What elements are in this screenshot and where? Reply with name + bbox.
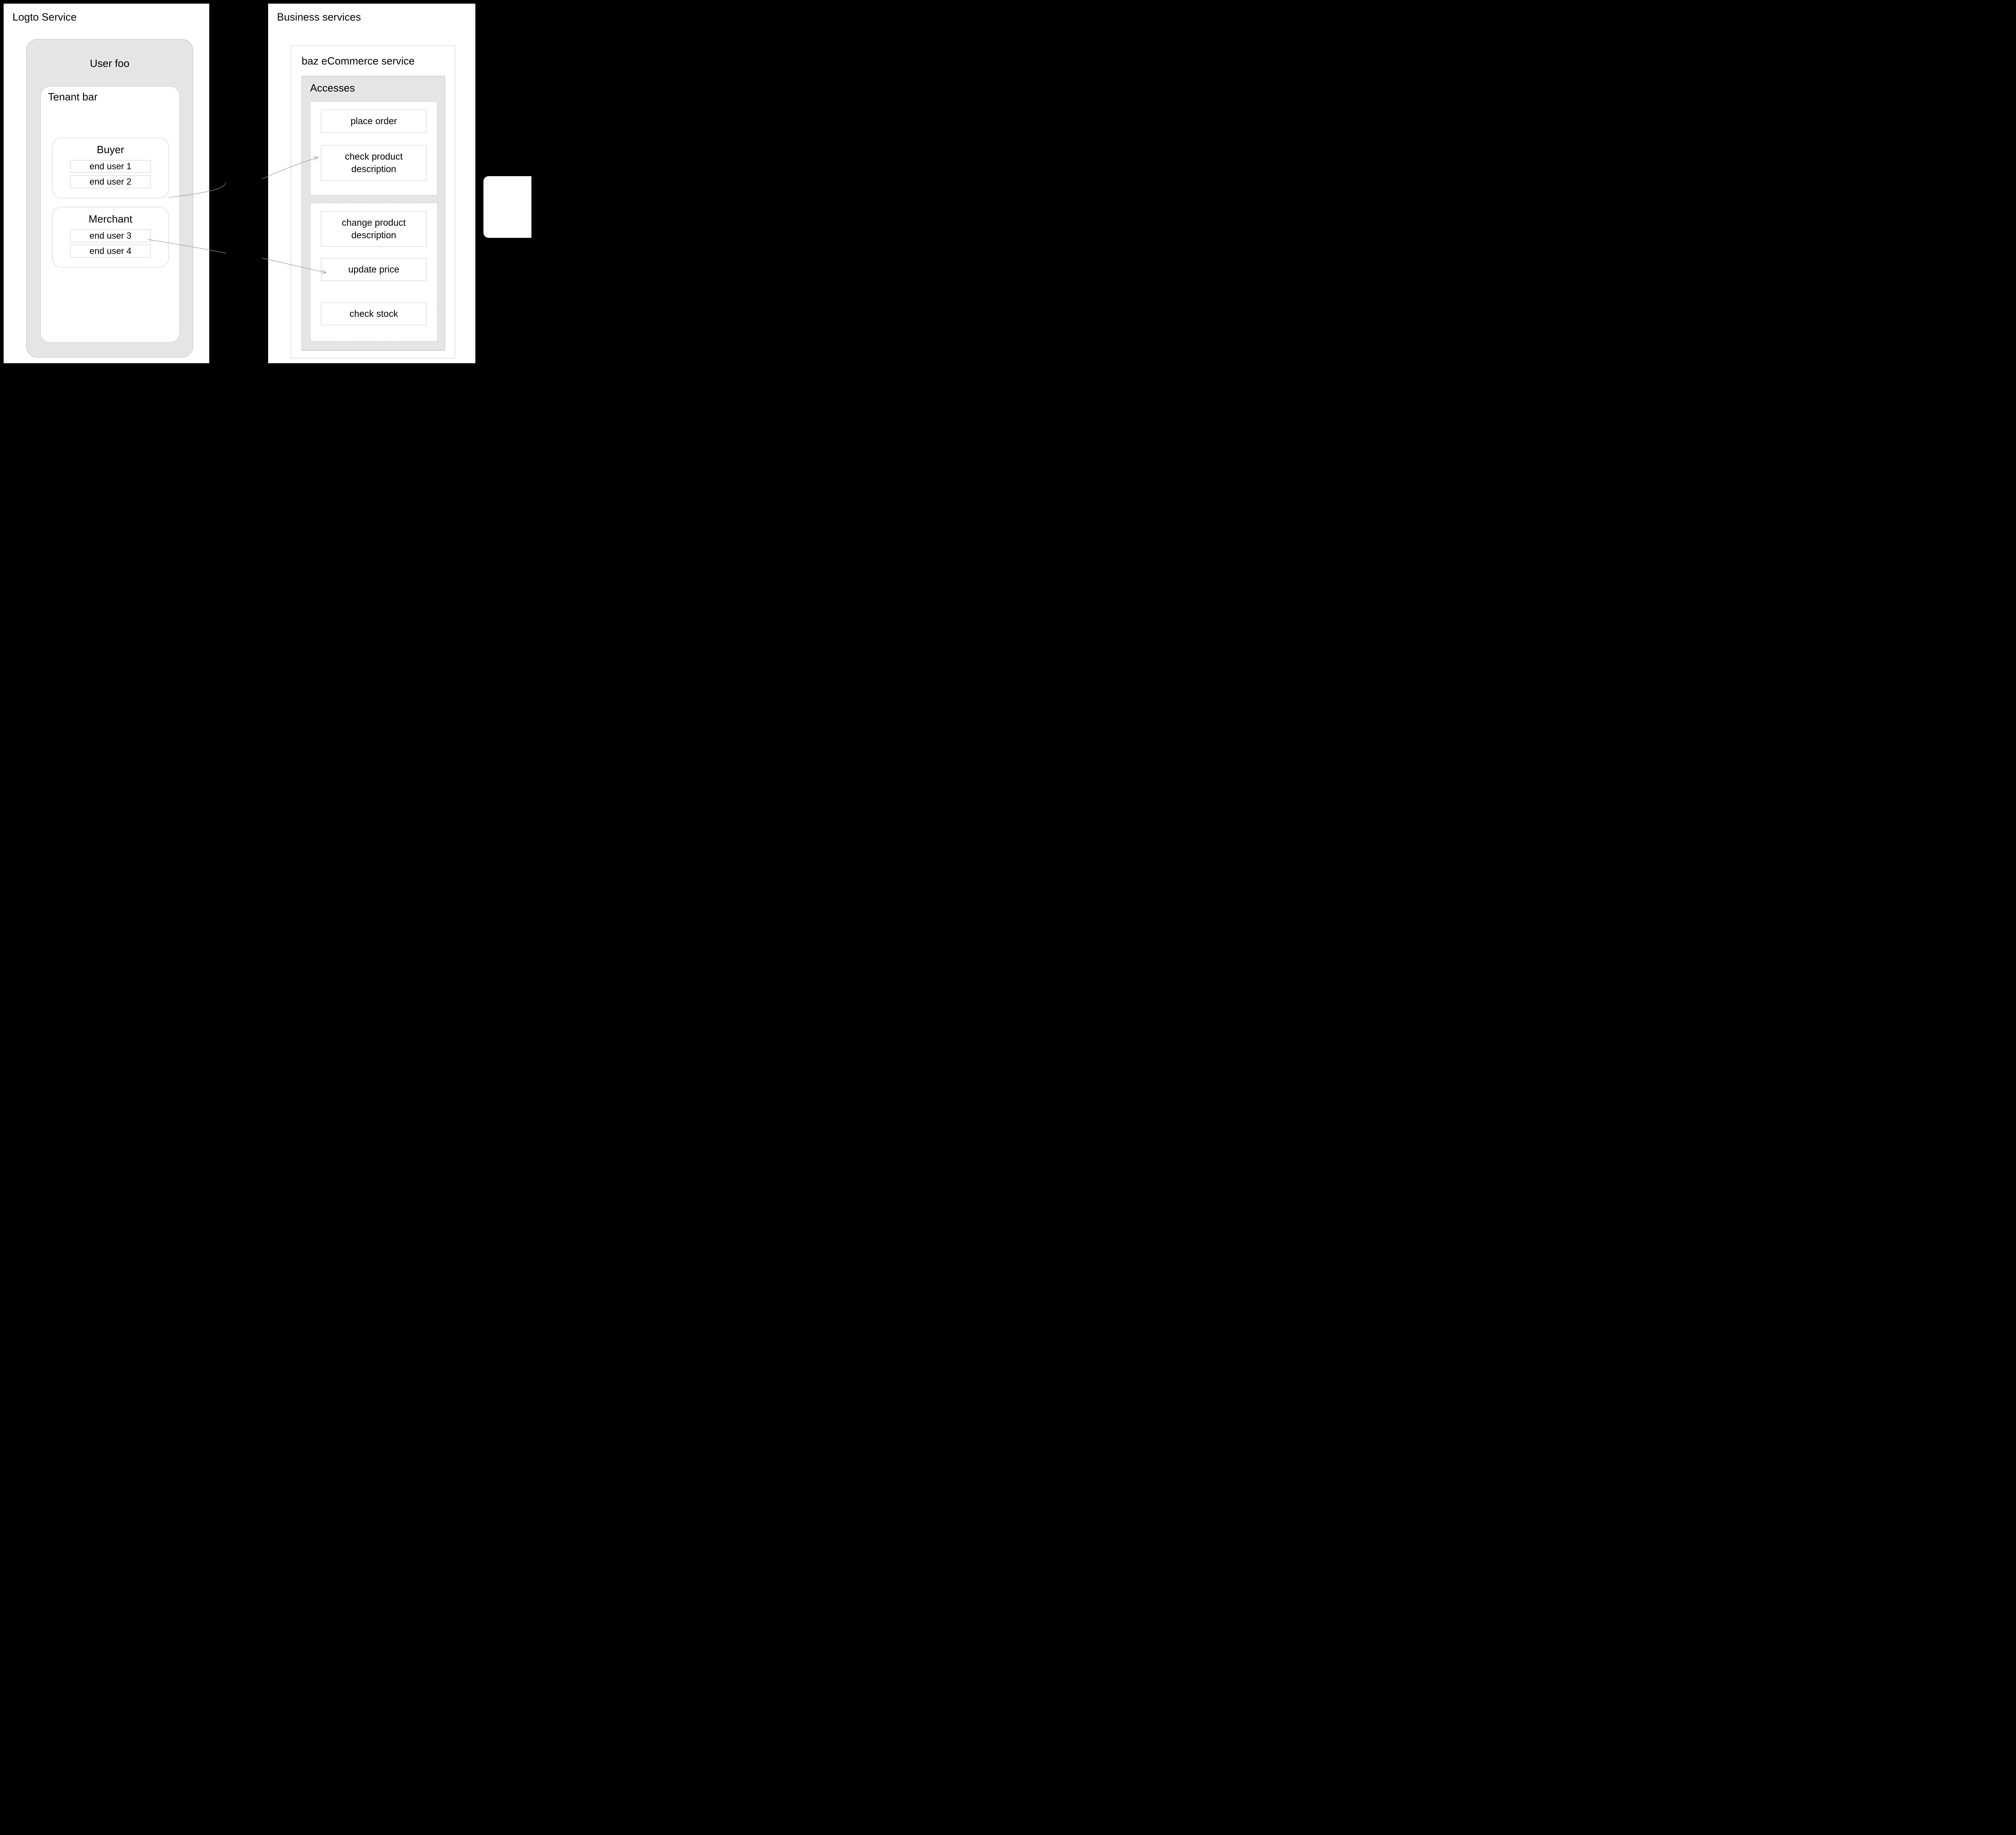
end-user-2: end user 2 [70,175,151,188]
baz-service-box: baz eCommerce service Accesses place ord… [291,46,455,358]
baz-service-title: baz eCommerce service [291,46,455,67]
tenant-bar-box: Tenant bar Buyer end user 1 end user 2 M… [40,86,180,343]
logto-service-panel: Logto Service User foo Tenant bar Buyer … [3,3,210,364]
offscreen-panel-stub [483,176,531,238]
update-price-action: update price [321,258,427,281]
buyer-access-group: place order check product description [310,101,437,196]
end-user-3: end user 3 [70,229,151,242]
place-order-action: place order [321,110,427,133]
user-foo-title: User foo [27,40,193,70]
end-user-1: end user 1 [70,160,151,173]
check-product-description-action: check product description [321,145,427,181]
business-services-title: Business services [268,4,475,23]
tenant-bar-title: Tenant bar [41,87,179,103]
user-foo-box: User foo Tenant bar Buyer end user 1 end… [26,39,193,358]
buyer-role-box: Buyer end user 1 end user 2 [52,137,169,198]
accesses-title: Accesses [302,76,445,94]
merchant-role-title: Merchant [52,207,169,229]
check-stock-action: check stock [321,302,427,325]
merchant-access-group: change product description update price … [310,203,437,341]
end-user-4: end user 4 [70,245,151,258]
change-product-description-action: change product description [321,211,427,247]
merchant-role-box: Merchant end user 3 end user 4 [52,207,169,268]
accesses-box: Accesses place order check product descr… [302,76,445,351]
business-services-panel: Business services baz eCommerce service … [268,3,476,364]
logto-service-title: Logto Service [4,4,209,23]
buyer-role-title: Buyer [52,138,169,160]
